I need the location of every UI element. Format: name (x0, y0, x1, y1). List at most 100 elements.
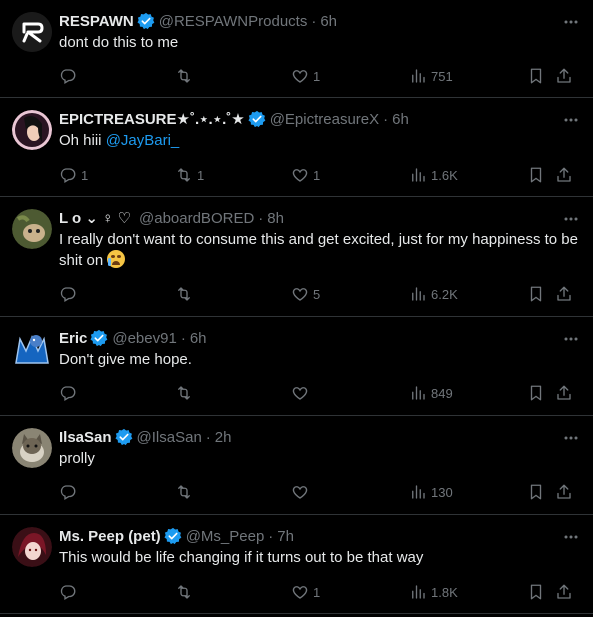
timestamp[interactable]: 6h (320, 13, 337, 30)
display-name[interactable]: Eric (59, 330, 87, 347)
timestamp[interactable]: 8h (267, 210, 284, 227)
timestamp[interactable]: 7h (277, 528, 294, 545)
views-count: 130 (431, 484, 453, 500)
reply-button[interactable] (59, 67, 81, 85)
reply-button[interactable] (59, 483, 81, 501)
verified-badge-icon (164, 527, 182, 545)
like-button[interactable] (291, 483, 313, 501)
bookmark-button[interactable] (527, 166, 545, 184)
share-button[interactable] (555, 483, 573, 501)
tweet[interactable]: EPICTREASURE★˚.⋆.⋆.˚★ @EpictreasureX · 6… (0, 98, 593, 197)
display-name[interactable]: RESPAWN (59, 13, 134, 30)
handle[interactable]: @EpictreasureX (270, 111, 379, 128)
views-button[interactable]: 849 (409, 384, 453, 402)
retweet-icon (178, 485, 190, 499)
retweet-button[interactable] (175, 583, 197, 601)
share-button[interactable] (555, 285, 573, 303)
display-name[interactable]: EPICTREASURE★˚.⋆.⋆.˚★ (59, 110, 245, 128)
avatar[interactable] (12, 209, 52, 249)
bookmark-icon (530, 484, 542, 500)
views-icon (412, 69, 425, 83)
reply-button[interactable]: 1 (59, 166, 88, 184)
bookmark-button[interactable] (527, 67, 545, 85)
retweet-button[interactable]: 1 (175, 166, 204, 184)
share-icon (557, 385, 571, 400)
more-icon[interactable] (561, 110, 581, 130)
share-button[interactable] (555, 583, 573, 601)
more-icon[interactable] (561, 527, 581, 547)
share-button[interactable] (555, 67, 573, 85)
like-button[interactable]: 5 (291, 285, 320, 303)
handle[interactable]: @IlsaSan (137, 429, 202, 446)
retweet-icon (178, 386, 190, 400)
tweet[interactable]: IlsaSan @IlsaSan · 2h prolly 130 (0, 416, 593, 515)
bookmark-button[interactable] (527, 483, 545, 501)
retweet-button[interactable] (175, 67, 197, 85)
views-button[interactable]: 6.2K (409, 285, 458, 303)
share-button[interactable] (555, 166, 573, 184)
reply-button[interactable] (59, 384, 81, 402)
like-count: 1 (313, 584, 321, 600)
bookmark-icon (530, 286, 542, 302)
views-button[interactable]: 1.8K (409, 583, 458, 601)
separator-dot: · (311, 12, 317, 30)
avatar[interactable] (12, 110, 52, 150)
timestamp[interactable]: 2h (215, 429, 232, 446)
mention-link[interactable]: @JayBari_ (106, 132, 180, 149)
reply-button[interactable] (59, 285, 81, 303)
handle[interactable]: @aboardBORED (139, 210, 254, 227)
like-button[interactable]: 1 (291, 166, 320, 184)
separator-dot: · (268, 527, 274, 545)
bookmark-button[interactable] (527, 384, 545, 402)
retweet-button[interactable] (175, 384, 197, 402)
handle[interactable]: @Ms_Peep (186, 528, 265, 545)
bookmark-button[interactable] (527, 285, 545, 303)
tweet-text: prolly (59, 450, 95, 467)
more-icon[interactable] (561, 209, 581, 229)
like-button[interactable] (291, 384, 313, 402)
views-button[interactable]: 751 (409, 67, 453, 85)
tweet[interactable]: Ms. Peep (pet) @Ms_Peep · 7h This would … (0, 515, 593, 614)
display-name[interactable]: Ms. Peep (pet) (59, 528, 161, 545)
avatar[interactable] (12, 428, 52, 468)
reply-button[interactable] (59, 583, 81, 601)
views-button[interactable]: 130 (409, 483, 453, 501)
handle[interactable]: @ebev91 (112, 330, 176, 347)
views-button[interactable]: 1.6K (409, 166, 458, 184)
tweet-text: This would be life changing if it turns … (59, 549, 424, 566)
tweet[interactable]: RESPAWN @RESPAWNProducts · 6h dont do th… (0, 0, 593, 98)
like-icon (292, 486, 308, 499)
more-icon[interactable] (561, 428, 581, 448)
tweet[interactable]: L o ⌄ ♀ ♡ @aboardBORED · 8h I really don… (0, 197, 593, 317)
replies-feed: RESPAWN @RESPAWNProducts · 6h dont do th… (0, 0, 593, 617)
avatar[interactable] (12, 329, 52, 369)
display-name[interactable]: IlsaSan (59, 429, 112, 446)
share-icon (557, 584, 571, 599)
avatar[interactable] (12, 12, 52, 52)
retweet-button[interactable] (175, 483, 197, 501)
more-icon[interactable] (561, 329, 581, 349)
bookmark-icon (530, 68, 542, 84)
avatar[interactable] (12, 527, 52, 567)
like-button[interactable]: 1 (291, 583, 320, 601)
share-button[interactable] (555, 384, 573, 402)
verified-badge-icon (90, 329, 108, 347)
reply-icon (60, 287, 76, 302)
like-icon (292, 387, 308, 400)
tweet[interactable]: Eric @ebev91 · 6h Don't give me hope. 84… (0, 317, 593, 416)
separator-dot: · (383, 110, 389, 128)
avatar-image (12, 110, 52, 150)
more-icon[interactable] (561, 12, 581, 32)
handle[interactable]: @RESPAWNProducts (159, 13, 308, 30)
timestamp[interactable]: 6h (190, 330, 207, 347)
reply-icon (60, 585, 76, 600)
crying-face-emoji-icon (107, 250, 126, 268)
share-icon (557, 484, 571, 499)
like-count: 1 (313, 167, 321, 183)
timestamp[interactable]: 6h (392, 111, 409, 128)
like-button[interactable]: 1 (291, 67, 320, 85)
views-count: 6.2K (431, 286, 458, 302)
display-name[interactable]: L o ⌄ ♀ ♡ (59, 209, 131, 227)
bookmark-button[interactable] (527, 583, 545, 601)
retweet-button[interactable] (175, 285, 197, 303)
